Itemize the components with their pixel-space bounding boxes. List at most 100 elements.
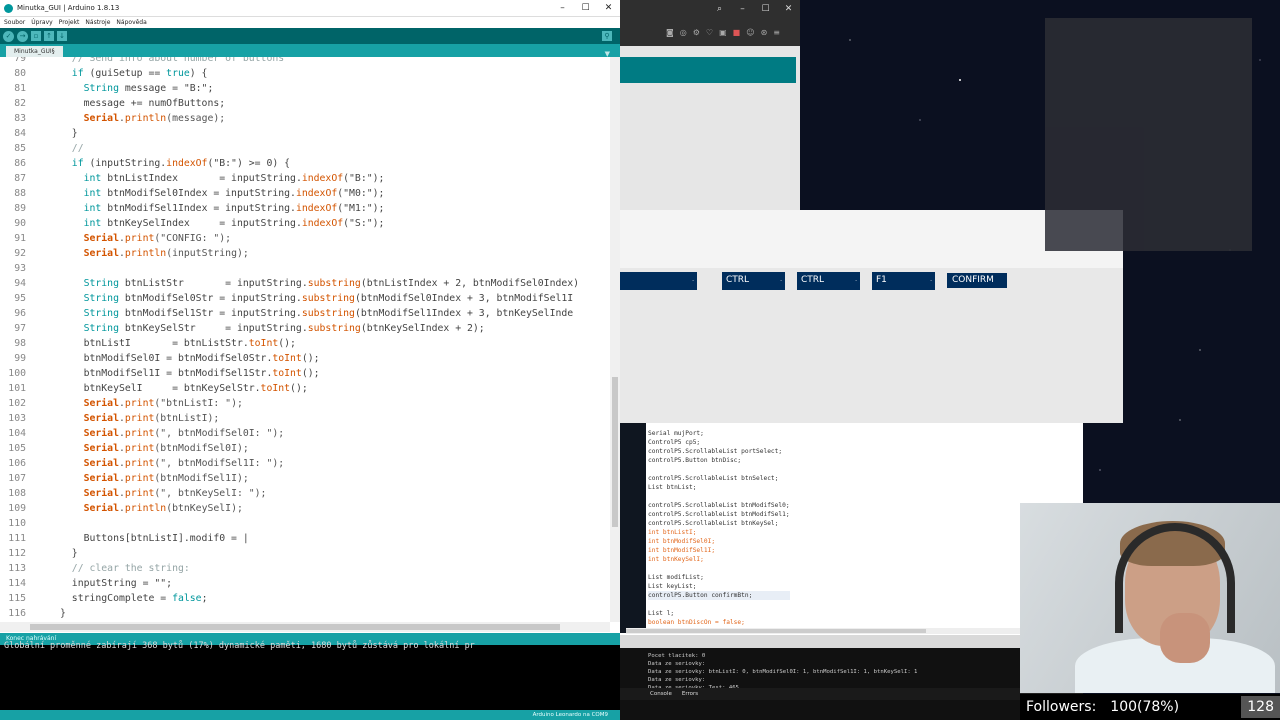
code-line[interactable]: 94 String btnListStr = inputString.subst… (0, 276, 579, 291)
code-line[interactable]: 104 Serial.print(", btnModifSel0I: "); (0, 426, 579, 441)
processing-code-line[interactable]: controlP5.ScrollableList btnSelect; (648, 474, 790, 483)
code-line[interactable]: 110 (0, 516, 579, 531)
sketch-button-ctrl-2[interactable]: CTRL . (797, 272, 860, 290)
processing-code-line[interactable]: List keyList; (648, 582, 790, 591)
processing-code-line[interactable]: int btnKeySelI; (648, 555, 790, 564)
code-line[interactable]: 115 stringComplete = false; (0, 591, 579, 606)
processing-hscroll[interactable] (626, 628, 1076, 634)
code-line[interactable]: 114 inputString = ""; (0, 576, 579, 591)
code-line[interactable]: 102 Serial.print("btnListI: "); (0, 396, 579, 411)
code-line[interactable]: 88 int btnModifSel0Index = inputString.i… (0, 186, 579, 201)
code-line[interactable]: 96 String btnModifSel1Str = inputString.… (0, 306, 579, 321)
minimize-icon[interactable]: – (551, 3, 574, 13)
code-editor[interactable]: 79 // Send info about number of buttons 8… (0, 57, 620, 622)
processing-code-line[interactable]: int btnModifSel0I; (648, 537, 790, 546)
code-line[interactable]: 82 message += numOfButtons; (0, 96, 579, 111)
processing-code-line[interactable]: List modifList; (648, 573, 790, 582)
code-line[interactable]: 111 Buttons[btnListI].modif0 = | (0, 531, 579, 546)
code-line[interactable]: 83 Serial.println(message); (0, 111, 579, 126)
code-line[interactable]: 95 String btnModifSel0Str = inputString.… (0, 291, 579, 306)
code-line[interactable]: 86 if (inputString.indexOf("B:") >= 0) { (0, 156, 579, 171)
code-line[interactable]: 108 Serial.print(", btnKeySelI: "); (0, 486, 579, 501)
close-icon[interactable]: ✕ (777, 4, 800, 14)
confirm-button[interactable]: CONFIRM (947, 273, 1007, 288)
open-icon[interactable]: ↑ (44, 31, 54, 41)
minimize-icon[interactable]: – (731, 4, 754, 14)
record-icon[interactable]: ◎ (680, 28, 687, 37)
code-line[interactable]: 90 int btnKeySelIndex = inputString.inde… (0, 216, 579, 231)
processing-code-line[interactable] (648, 600, 790, 609)
code-line[interactable]: 100 btnModifSel1I = btnModifSel1Str.toIn… (0, 366, 579, 381)
processing-code-line[interactable] (648, 564, 790, 573)
code-text: stringComplete = false; (60, 593, 208, 604)
menu-help[interactable]: Nápověda (116, 19, 146, 26)
processing-code-line[interactable]: boolean btnDiscOn = false; (648, 618, 790, 627)
code-line[interactable]: 109 Serial.println(btnKeySelI); (0, 501, 579, 516)
processing-code-line[interactable]: int btnModifSel1I; (648, 546, 790, 555)
processing-code-line[interactable] (648, 465, 790, 474)
vertical-scrollbar[interactable] (610, 57, 620, 622)
tab-errors[interactable]: Errors (682, 688, 698, 700)
code-line[interactable]: 99 btnModifSel0I = btnModifSel0Str.toInt… (0, 351, 579, 366)
code-line[interactable]: 81 String message = "B:"; (0, 81, 579, 96)
code-line[interactable]: 91 Serial.print("CONFIG: "); (0, 231, 579, 246)
processing-code-line[interactable]: controlP5.ScrollableList portSelect; (648, 447, 790, 456)
code-line[interactable]: 98 btnListI = btnListStr.toInt(); (0, 336, 579, 351)
processing-code-line[interactable]: int btnListI; (648, 528, 790, 537)
settings-icon[interactable]: ⚙ (693, 28, 700, 37)
gift-icon[interactable]: ⊛ (761, 28, 768, 37)
maximize-icon[interactable]: ☐ (754, 4, 777, 14)
alert-icon[interactable]: ■ (733, 28, 741, 37)
code-line[interactable]: 92 Serial.println(inputString); (0, 246, 579, 261)
code-line[interactable]: 101 btnKeySelI = btnKeySelStr.toInt(); (0, 381, 579, 396)
new-icon[interactable]: ▫ (31, 31, 41, 41)
close-icon[interactable]: ✕ (597, 3, 620, 13)
code-line[interactable]: 89 int btnModifSel1Index = inputString.i… (0, 201, 579, 216)
verify-icon[interactable]: ✓ (3, 30, 14, 42)
code-line[interactable]: 113 // clear the string: (0, 561, 579, 576)
processing-code-line[interactable]: List btnList; (648, 483, 790, 492)
maximize-icon[interactable]: ☐ (574, 3, 597, 13)
code-line[interactable]: 87 int btnListIndex = inputString.indexO… (0, 171, 579, 186)
menu-sketch[interactable]: Projekt (59, 19, 80, 26)
code-line[interactable]: 105 Serial.print(btnModifSel0I); (0, 441, 579, 456)
processing-code-line[interactable]: ControlP5 cp5; (648, 438, 790, 447)
code-line[interactable]: 79 // Send info about number of buttons (0, 57, 579, 66)
code-line[interactable]: 107 Serial.print(btnModifSel1I); (0, 471, 579, 486)
code-line[interactable]: 93 (0, 261, 579, 276)
code-line[interactable]: 112 } (0, 546, 579, 561)
tab-console[interactable]: Console (650, 688, 672, 700)
search-icon[interactable]: ⌕ (708, 4, 731, 14)
code-line[interactable]: 84 } (0, 126, 579, 141)
menu-file[interactable]: Soubor (4, 19, 25, 26)
code-line[interactable]: 103 Serial.print(btnListI); (0, 411, 579, 426)
processing-code-line[interactable]: Serial mujPort; (648, 429, 790, 438)
processing-code-line[interactable]: List l; (648, 609, 790, 618)
processing-code[interactable]: Serial mujPort; ControlP5 cp5; controlP5.S… (648, 429, 790, 627)
heart-icon[interactable]: ♡ (706, 28, 713, 37)
processing-code-line[interactable]: controlP5.ScrollableList btnKeySel; (648, 519, 790, 528)
menu-edit[interactable]: Úpravy (31, 19, 52, 26)
menu-tools[interactable]: Nástroje (85, 19, 110, 26)
horizontal-scrollbar[interactable] (0, 622, 610, 632)
save-icon[interactable]: ↓ (57, 31, 67, 41)
code-line[interactable]: 85 // (0, 141, 579, 156)
processing-code-line[interactable]: controlP5.ScrollableList btnModifSel0; (648, 501, 790, 510)
sketch-button-f1[interactable]: F1 . (872, 272, 935, 290)
sketch-button-ctrl-1[interactable]: CTRL . (722, 272, 785, 290)
upload-icon[interactable]: → (17, 30, 28, 42)
camera-icon[interactable]: ◙ (666, 28, 674, 37)
menu-icon[interactable]: ≡ (773, 28, 780, 37)
code-line[interactable]: 97 String btnKeySelStr = inputString.sub… (0, 321, 579, 336)
processing-code-line[interactable]: controlP5.Button confirmBtn; (648, 591, 790, 600)
processing-code-line[interactable]: controlP5.ScrollableList btnModifSel1; (648, 510, 790, 519)
code-line[interactable]: 80 if (guiSetup == true) { (0, 66, 579, 81)
code-line[interactable]: 106 Serial.print(", btnModifSel1I: "); (0, 456, 579, 471)
sketch-button-0[interactable]: . (620, 272, 697, 290)
badge-icon[interactable]: ▣ (719, 28, 727, 37)
serial-monitor-icon[interactable]: ⚲ (602, 31, 612, 41)
processing-code-line[interactable] (648, 492, 790, 501)
user-icon[interactable]: ☺ (746, 28, 754, 37)
code-line[interactable]: 116} (0, 606, 579, 621)
processing-code-line[interactable]: controlP5.Button btnDisc; (648, 456, 790, 465)
